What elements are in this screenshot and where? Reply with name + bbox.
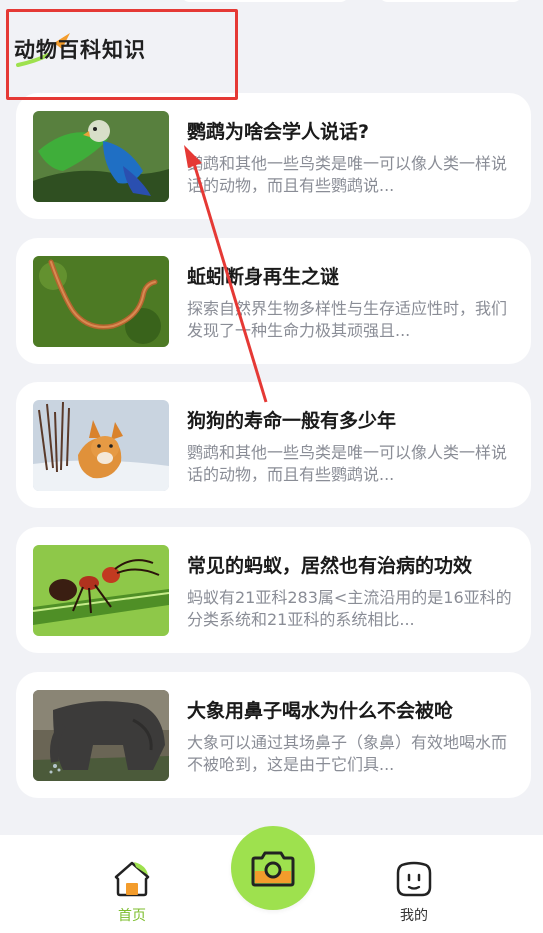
article-summary: 大象可以通过其场鼻子（象鼻）有效地喝水而不被呛到，这是由于它们具... [187,733,508,774]
article-summary: 蚂蚁有21亚科283属<主流沿用的是16亚科的分类系统和21亚科的系统相比... [187,588,512,629]
article-title: 常见的蚂蚁，居然也有治病的功效 [187,555,473,577]
tab-home-label: 首页 [118,908,146,924]
previous-row-edge [0,0,543,2]
article-thumbnail [33,400,169,491]
dog-image [33,400,169,491]
article-title: 蚯蚓断身再生之谜 [187,266,340,288]
face-icon [396,861,432,897]
elephant-image [33,690,169,781]
page: 动物百科知识 鹦鹉为啥会学人说话? 鹦鹉和其他一些鸟类是唯一可以像人类一样说话的… [0,0,543,933]
previous-card-edge [180,0,350,2]
article-card-earthworm[interactable]: 蚯蚓断身再生之谜 探索自然界生物多样性与生存适应性时，我们发现了一种生命力极其顽… [16,238,531,364]
tab-home[interactable]: 首页 [92,859,172,925]
tab-mine[interactable]: 我的 [374,859,454,925]
article-card-ant[interactable]: 常见的蚂蚁，居然也有治病的功效 蚂蚁有21亚科283属<主流沿用的是16亚科的分… [16,527,531,653]
article-summary: 探索自然界生物多样性与生存适应性时，我们发现了一种生命力极其顽强且... [187,299,508,340]
article-card-elephant[interactable]: 大象用鼻子喝水为什么不会被呛 大象可以通过其场鼻子（象鼻）有效地喝水而不被呛到，… [16,672,531,798]
article-summary: 鹦鹉和其他一些鸟类是唯一可以像人类一样说话的动物，而且有些鹦鹉说... [187,154,508,195]
camera-icon [251,851,295,887]
article-thumbnail [33,256,169,347]
article-title: 狗狗的寿命一般有多少年 [187,410,397,432]
section-title: 动物百科知识 [14,38,146,62]
previous-card-edge [378,0,523,2]
article-title: 鹦鹉为啥会学人说话? [187,121,370,143]
camera-button[interactable] [231,826,315,910]
article-thumbnail [33,690,169,781]
parrot-image [33,111,169,202]
article-thumbnail [33,111,169,202]
article-summary: 鹦鹉和其他一些鸟类是唯一可以像人类一样说话的动物，而且有些鹦鹉说... [187,443,508,484]
article-card-parrot[interactable]: 鹦鹉为啥会学人说话? 鹦鹉和其他一些鸟类是唯一可以像人类一样说话的动物，而且有些… [16,93,531,219]
home-icon [114,861,150,897]
article-card-dog[interactable]: 狗狗的寿命一般有多少年 鹦鹉和其他一些鸟类是唯一可以像人类一样说话的动物，而且有… [16,382,531,508]
article-title: 大象用鼻子喝水为什么不会被呛 [187,700,454,722]
earthworm-image [33,256,169,347]
ant-image [33,545,169,636]
tab-mine-label: 我的 [400,908,428,924]
article-thumbnail [33,545,169,636]
